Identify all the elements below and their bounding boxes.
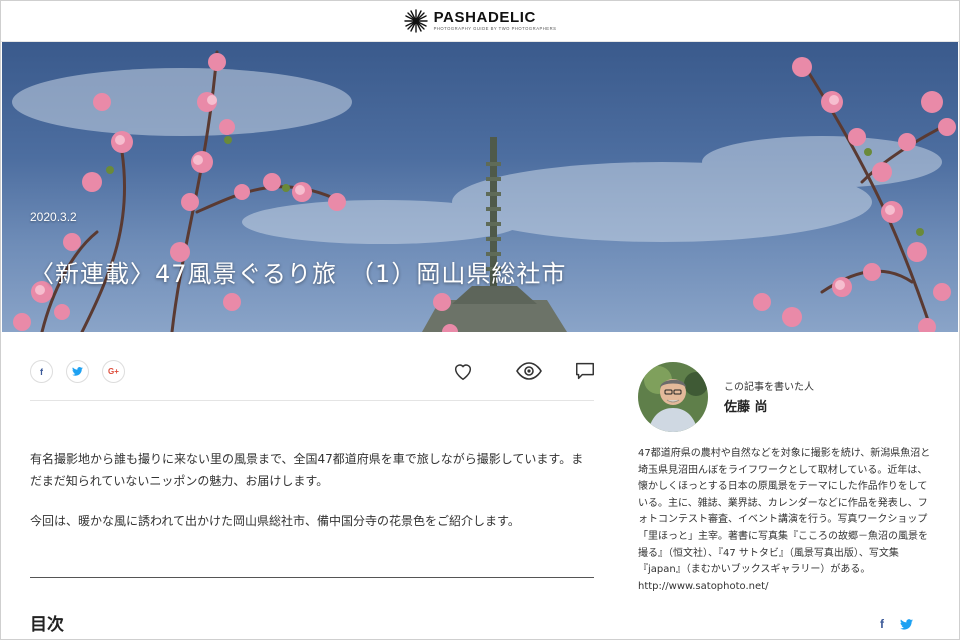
lead-paragraph: 有名撮影地から誰も撮りに来ない里の風景まで、全国47都道府県を車で旅しながら撮影…	[30, 452, 584, 488]
toc-heading: 目次	[30, 615, 64, 635]
twitter-icon	[72, 367, 83, 376]
heart-icon[interactable]	[452, 360, 474, 382]
article-lead: 有名撮影地から誰も撮りに来ない里の風景まで、全国47都道府県を車で旅しながら撮影…	[30, 448, 592, 532]
lead-paragraph: 今回は、暖かな風に誘われて出かけた岡山県総社市、備中国分寺の花景色をご紹介します…	[30, 514, 520, 528]
author-name[interactable]: 佐藤 尚	[724, 396, 768, 415]
facebook-share-button[interactable]: f	[30, 360, 53, 383]
facebook-icon: f	[40, 366, 43, 377]
hero-banner: 2020.3.2 〈新連載〉47風景ぐるり旅 （1）岡山県総社市	[2, 42, 958, 332]
author-bio: 47都道府県の農村や自然などを対象に撮影を続け、新潟県魚沼と埼玉県見沼田んぼをラ…	[638, 446, 934, 595]
site-header: PASHADELIC PHOTOGRAPHY GUIDE BY TWO PHOT…	[0, 0, 960, 42]
starburst-icon	[403, 8, 428, 33]
author-website-link[interactable]: http://www.satophoto.net/	[638, 581, 768, 592]
twitter-icon[interactable]	[900, 619, 913, 630]
logo-tagline: PHOTOGRAPHY GUIDE BY TWO PHOTOGRAPHERS	[433, 25, 557, 31]
comment-icon[interactable]	[574, 360, 596, 382]
google-plus-icon: G+	[108, 367, 119, 376]
facebook-icon[interactable]: f	[880, 617, 884, 631]
eye-icon[interactable]	[516, 360, 542, 382]
author-bio-text: 47都道府県の農村や自然などを対象に撮影を続け、新潟県魚沼と埼玉県見沼田んぼをラ…	[638, 448, 931, 576]
share-bar: f G+	[30, 360, 125, 383]
google-plus-share-button[interactable]: G+	[102, 360, 125, 383]
article-date: 2020.3.2	[30, 210, 77, 224]
site-logo[interactable]: PASHADELIC PHOTOGRAPHY GUIDE BY TWO PHOT…	[403, 8, 557, 33]
divider	[30, 577, 594, 578]
divider	[30, 400, 594, 401]
article-title: 〈新連載〉47風景ぐるり旅 （1）岡山県総社市	[30, 260, 567, 288]
author-photo	[638, 362, 708, 432]
author-caption: この記事を書いた人	[724, 382, 814, 393]
avatar[interactable]	[638, 362, 708, 432]
logo-name: PASHADELIC	[433, 8, 536, 26]
author-social: f	[880, 617, 913, 631]
article-actions	[450, 360, 596, 384]
twitter-share-button[interactable]	[66, 360, 89, 383]
